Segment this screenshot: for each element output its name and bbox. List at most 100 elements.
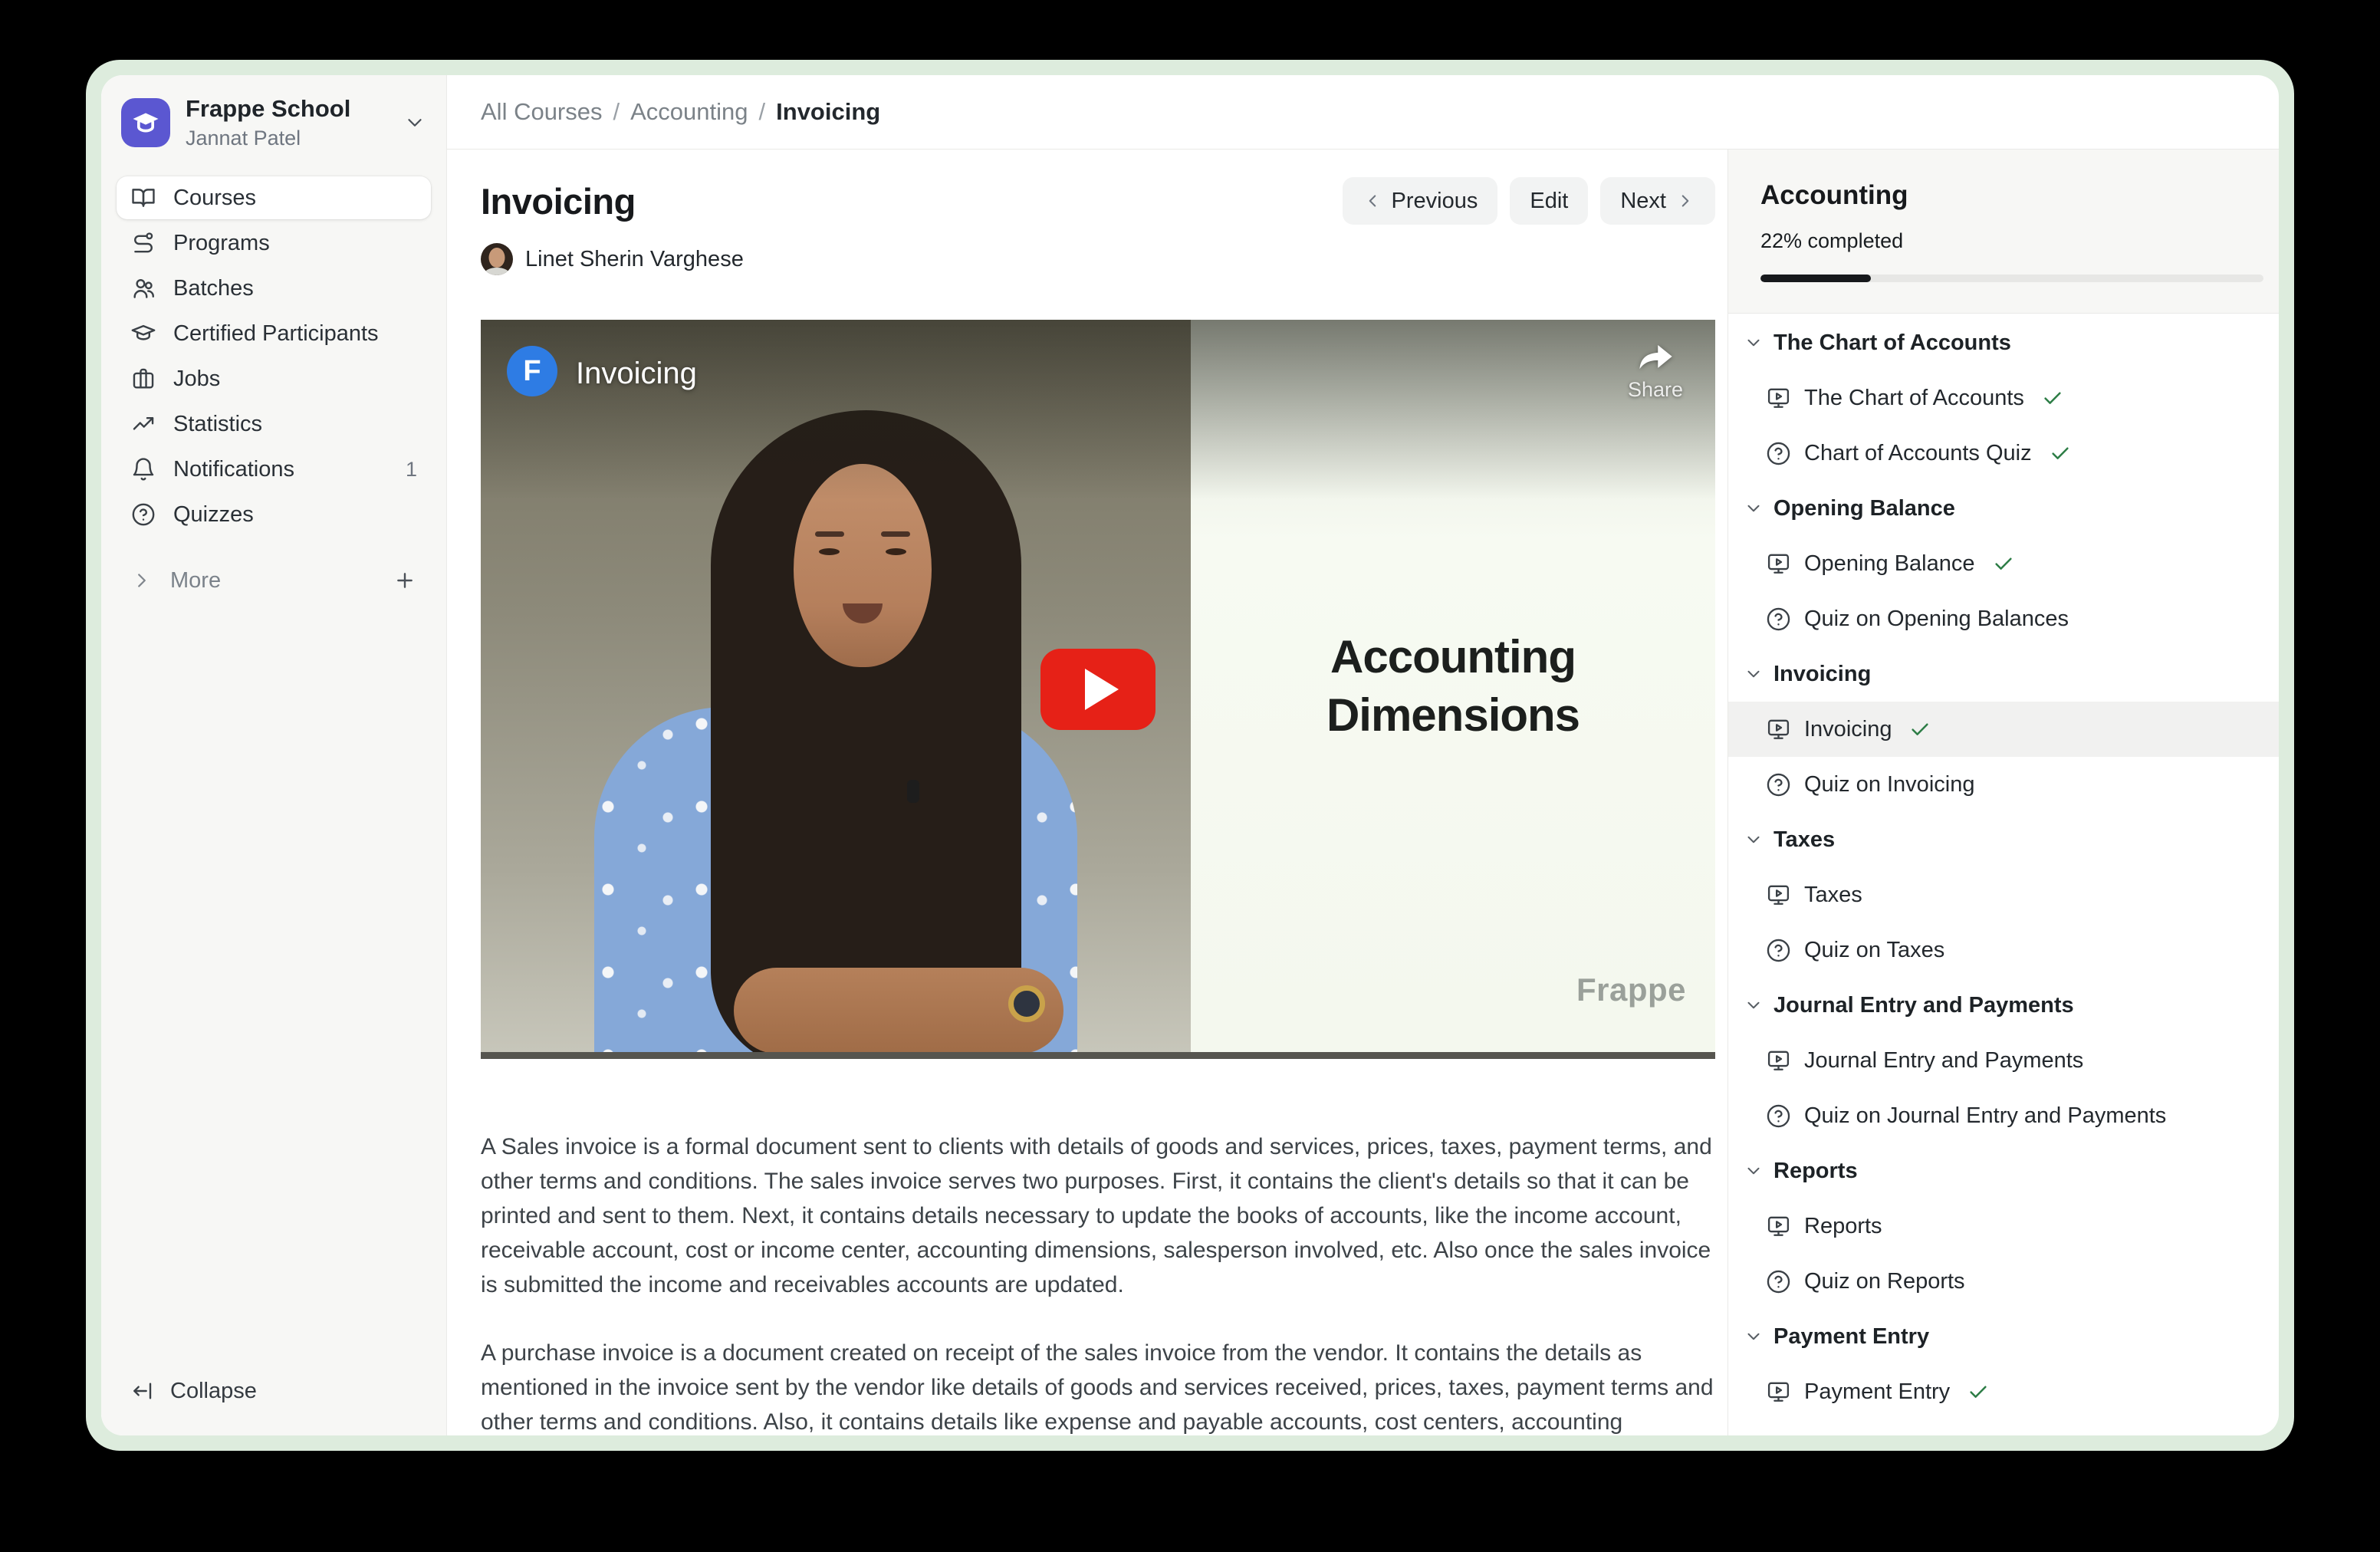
outline-lesson[interactable]: Quiz on Opening Balances (1728, 591, 2279, 646)
wrist-watch (1008, 985, 1045, 1022)
previous-button[interactable]: Previous (1343, 177, 1498, 225)
monitor-play-icon (1765, 1379, 1792, 1406)
workspace-subtitle: Jannat Patel (186, 127, 388, 150)
workspace-title: Frappe School (186, 95, 388, 123)
help-circle-icon (130, 501, 156, 528)
play-button-icon[interactable] (1040, 649, 1155, 730)
progress-label: 22% completed (1760, 229, 2263, 253)
book-open-icon (130, 185, 156, 211)
notifications-count-badge: 1 (406, 458, 417, 482)
chevron-down-icon (1744, 333, 1764, 353)
sidebar-item-certified-participants[interactable]: Certified Participants (117, 312, 431, 355)
video-player[interactable]: Accounting Dimensions F Invoicing Share … (481, 320, 1715, 1059)
help-circle-icon (1765, 440, 1792, 467)
lesson-label: Reports (1804, 1214, 1882, 1239)
outline-lesson-active[interactable]: Invoicing (1728, 702, 2279, 757)
sidebar-item-label: Programs (173, 231, 270, 256)
lesson-label: Quiz on Invoicing (1804, 772, 1974, 797)
sidebar-more[interactable]: More (117, 559, 431, 602)
monitor-play-icon (1765, 1213, 1792, 1240)
chevron-down-icon (1744, 830, 1764, 850)
chevron-down-icon (1744, 664, 1764, 684)
check-icon (1908, 718, 1931, 741)
outline-lesson[interactable]: Reports (1728, 1199, 2279, 1254)
chevron-down-icon[interactable] (403, 111, 426, 134)
next-button-label: Next (1620, 189, 1666, 214)
help-circle-icon (1765, 771, 1792, 798)
sidebar-item-label: Certified Participants (173, 321, 379, 347)
outline-lesson[interactable]: The Chart of Accounts (1728, 370, 2279, 426)
outline-lesson[interactable]: Quiz on Reports (1728, 1254, 2279, 1309)
help-circle-icon (1765, 937, 1792, 964)
sidebar-item-label: Statistics (173, 412, 262, 437)
lesson-label: Quiz on Opening Balances (1804, 607, 2069, 632)
lesson-label: Journal Entry and Payments (1804, 1048, 2083, 1074)
outline-lesson[interactable]: Journal Entry and Payments (1728, 1033, 2279, 1088)
sidebar-item-statistics[interactable]: Statistics (117, 403, 431, 446)
sidebar-item-quizzes[interactable]: Quizzes (117, 493, 431, 536)
sidebar-item-label: Courses (173, 186, 256, 211)
chevron-right-icon (130, 569, 153, 592)
graduation-cap-icon (130, 321, 156, 347)
video-progress-bar[interactable] (481, 1052, 1715, 1059)
outline-lesson[interactable]: Payment Entry (1728, 1364, 2279, 1419)
sidebar-collapse-button[interactable]: Collapse (117, 1370, 431, 1412)
channel-avatar[interactable]: F (507, 346, 557, 396)
outline-lesson[interactable]: Quiz on Invoicing (1728, 757, 2279, 812)
outline-lesson[interactable]: Chart of Accounts Quiz (1728, 426, 2279, 481)
workspace-switcher[interactable]: Frappe School Jannat Patel (117, 95, 431, 150)
content-row: Invoicing Previous Edit Next (447, 150, 2279, 1435)
author-name: Linet Sherin Varghese (525, 247, 744, 272)
course-title: Accounting (1760, 180, 2263, 211)
sidebar-item-notifications[interactable]: Notifications 1 (117, 448, 431, 491)
chapter-title: Opening Balance (1773, 496, 1955, 521)
share-label: Share (1628, 378, 1683, 402)
chapter-reports[interactable]: Reports (1728, 1143, 2279, 1199)
sidebar-item-jobs[interactable]: Jobs (117, 357, 431, 400)
chapter-invoicing[interactable]: Invoicing (1728, 646, 2279, 702)
bell-icon (130, 456, 156, 482)
lesson-label: Quiz on Journal Entry and Payments (1804, 1103, 2166, 1129)
outline-lesson[interactable]: Opening Balance (1728, 536, 2279, 591)
sidebar-nav: Courses Programs Batches Certified Parti… (117, 176, 431, 536)
breadcrumb-separator: / (759, 98, 766, 126)
chevron-left-icon (1363, 191, 1382, 211)
outline-lesson[interactable]: Quiz on Taxes (1728, 922, 2279, 978)
page-title: Invoicing (481, 180, 636, 222)
monitor-play-icon (1765, 716, 1792, 743)
sidebar-item-label: Quizzes (173, 502, 254, 528)
paragraph: A purchase invoice is a document created… (481, 1336, 1715, 1435)
sidebar-item-label: Notifications (173, 457, 294, 482)
graduation-cap-icon (129, 106, 163, 140)
sidebar-spacer (117, 602, 431, 1370)
next-button[interactable]: Next (1600, 177, 1715, 225)
share-arrow-icon (1635, 340, 1675, 375)
help-circle-icon (1765, 606, 1792, 633)
sidebar-item-programs[interactable]: Programs (117, 222, 431, 265)
sidebar-item-courses[interactable]: Courses (117, 176, 431, 219)
chapter-taxes[interactable]: Taxes (1728, 812, 2279, 867)
breadcrumb-current: Invoicing (776, 98, 880, 126)
plus-icon[interactable] (393, 568, 417, 593)
briefcase-icon (130, 366, 156, 392)
share-button[interactable]: Share (1628, 340, 1683, 402)
chapter-the-chart-of-accounts[interactable]: The Chart of Accounts (1728, 315, 2279, 370)
check-icon (1967, 1380, 1990, 1403)
video-overlay-title[interactable]: Invoicing (576, 357, 697, 391)
chapter-payment-entry[interactable]: Payment Entry (1728, 1309, 2279, 1364)
help-circle-icon (1765, 1268, 1792, 1295)
edit-button[interactable]: Edit (1510, 177, 1588, 225)
breadcrumb-all-courses[interactable]: All Courses (481, 98, 603, 126)
edit-button-label: Edit (1530, 189, 1568, 214)
outline-lesson[interactable]: Quiz on Journal Entry and Payments (1728, 1088, 2279, 1143)
sidebar-item-batches[interactable]: Batches (117, 267, 431, 310)
help-circle-icon (1765, 1103, 1792, 1129)
workspace-text: Frappe School Jannat Patel (186, 95, 388, 150)
breadcrumb-accounting[interactable]: Accounting (630, 98, 748, 126)
chapter-opening-balance[interactable]: Opening Balance (1728, 481, 2279, 536)
users-icon (130, 275, 156, 301)
slide-title: Accounting Dimensions (1191, 628, 1715, 745)
sidebar-item-label: Jobs (173, 367, 220, 392)
chapter-journal-entry-and-payments[interactable]: Journal Entry and Payments (1728, 978, 2279, 1033)
outline-lesson[interactable]: Taxes (1728, 867, 2279, 922)
